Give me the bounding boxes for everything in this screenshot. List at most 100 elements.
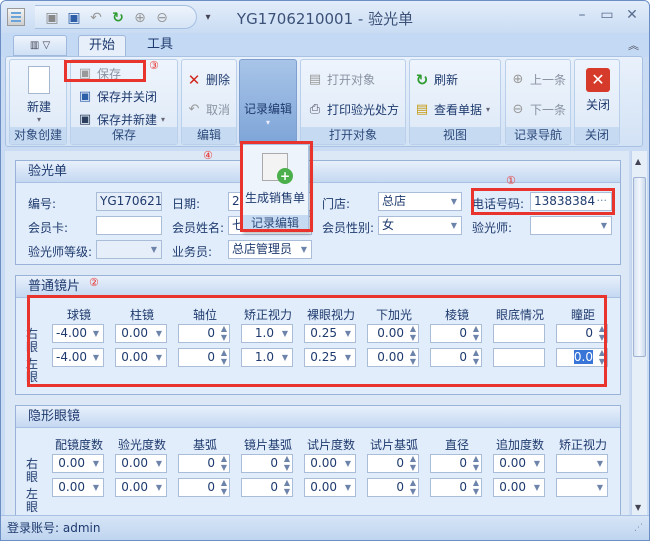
chevron-down-icon[interactable]: ▼	[282, 349, 288, 366]
lens-cell-right-0[interactable]: -4.00 ▼	[52, 324, 104, 343]
spinner-icon[interactable]: ▲ ▼	[410, 325, 416, 342]
staff-select[interactable]: 总店管理员 ▼	[228, 240, 312, 259]
delete-button[interactable]: ✕ 删除	[186, 70, 230, 90]
optometrist-select[interactable]: ▼	[530, 216, 612, 235]
scroll-down-icon[interactable]: ▼	[635, 503, 641, 512]
chevron-down-icon[interactable]: ▼	[93, 325, 99, 342]
lens-cell-left-6[interactable]: 0 ▲ ▼	[430, 348, 482, 367]
close-icon[interactable]: ✕	[622, 7, 642, 25]
member-card-field[interactable]	[96, 216, 162, 235]
contact-cell-right-5[interactable]: 0 ▲ ▼	[367, 454, 419, 473]
chevron-down-icon[interactable]: ▼	[156, 455, 162, 472]
chevron-down-icon[interactable]: ▼	[597, 455, 603, 472]
chevron-down-icon[interactable]: ▼	[93, 349, 99, 366]
contact-cell-right-8[interactable]: ▼	[556, 454, 608, 473]
number-field[interactable]: YG1706210001	[96, 192, 162, 211]
optometrist-level-select[interactable]: ▼	[96, 240, 162, 259]
lens-cell-right-7[interactable]	[493, 324, 545, 343]
contact-cell-right-6[interactable]: 0 ▲ ▼	[430, 454, 482, 473]
contact-cell-left-8[interactable]: ▼	[556, 478, 608, 497]
scroll-thumb[interactable]	[633, 177, 646, 357]
lens-cell-left-3[interactable]: 1.0 ▼	[241, 348, 293, 367]
lens-cell-right-3[interactable]: 1.0 ▼	[241, 324, 293, 343]
save-close-button[interactable]: ▣ 保存并关闭	[77, 87, 157, 107]
contact-cell-right-3[interactable]: 0 ▲ ▼	[241, 454, 293, 473]
chevron-down-icon[interactable]: ▼	[156, 325, 162, 342]
contact-cell-left-1[interactable]: 0.00 ▼	[115, 478, 167, 497]
lens-cell-right-4[interactable]: 0.25 ▼	[304, 324, 356, 343]
refresh-button[interactable]: ↻ 刷新	[414, 70, 458, 90]
contact-cell-left-5[interactable]: 0 ▲ ▼	[367, 478, 419, 497]
contact-cell-left-2[interactable]: 0 ▲ ▼	[178, 478, 230, 497]
resize-grip-icon[interactable]: ⋰	[634, 516, 643, 540]
lens-cell-right-6[interactable]: 0 ▲ ▼	[430, 324, 482, 343]
previous-record-button[interactable]: ⊕ 上一条	[510, 70, 566, 90]
spinner-icon[interactable]: ▲ ▼	[473, 479, 479, 496]
lens-cell-left-2[interactable]: 0 ▲ ▼	[178, 348, 230, 367]
open-object-button[interactable]: ▤ 打开对象	[307, 70, 375, 90]
store-select[interactable]: 总店 ▼	[378, 192, 462, 211]
chevron-down-icon[interactable]: ▼	[345, 349, 351, 366]
view-documents-button[interactable]: ▤ 查看单据 ▾	[414, 100, 490, 120]
maximize-icon[interactable]: ▭	[597, 7, 617, 25]
spinner-icon[interactable]: ▲ ▼	[284, 455, 290, 472]
tab-home[interactable]: 开始	[78, 35, 126, 57]
tab-tools[interactable]: 工具	[136, 35, 184, 57]
contact-cell-right-4[interactable]: 0.00 ▼	[304, 454, 356, 473]
chevron-down-icon[interactable]: ▼	[345, 479, 351, 496]
contact-cell-left-7[interactable]: 0.00 ▼	[493, 478, 545, 497]
spinner-icon[interactable]: ▲ ▼	[410, 479, 416, 496]
new-button[interactable]: 新建 ▾	[16, 62, 62, 124]
spinner-icon[interactable]: ▲ ▼	[221, 455, 227, 472]
app-menu-button[interactable]: ▥ ▽	[13, 35, 67, 56]
lens-cell-right-8[interactable]: 0 ▲ ▼	[556, 324, 608, 343]
lens-cell-left-4[interactable]: 0.25 ▼	[304, 348, 356, 367]
spinner-icon[interactable]: ▲ ▼	[221, 479, 227, 496]
spinner-icon[interactable]: ▲ ▼	[473, 325, 479, 342]
phone-field[interactable]: 13838384 ···	[530, 192, 612, 211]
print-prescription-button[interactable]: ⎙ 打印验光处方	[307, 100, 399, 120]
cancel-button[interactable]: ↶ 取消	[186, 100, 230, 120]
vertical-scrollbar[interactable]: ▲ ▼	[631, 151, 647, 515]
gender-select[interactable]: 女 ▼	[378, 216, 462, 235]
chevron-down-icon[interactable]: ▼	[93, 479, 99, 496]
chevron-down-icon[interactable]: ▼	[156, 479, 162, 496]
contact-cell-left-3[interactable]: 0 ▲ ▼	[241, 478, 293, 497]
generate-sales-order-button[interactable]: + 生成销售单	[242, 147, 308, 213]
lens-cell-right-2[interactable]: 0 ▲ ▼	[178, 324, 230, 343]
contact-cell-left-0[interactable]: 0.00 ▼	[52, 478, 104, 497]
collapse-ribbon-icon[interactable]: ︽	[628, 37, 639, 53]
contact-cell-right-0[interactable]: 0.00 ▼	[52, 454, 104, 473]
close-button[interactable]: ✕ 关闭	[579, 62, 617, 113]
lens-cell-right-5[interactable]: 0.00 ▲ ▼	[367, 324, 419, 343]
contact-cell-right-7[interactable]: 0.00 ▼	[493, 454, 545, 473]
minimize-icon[interactable]: –	[572, 7, 592, 25]
spinner-icon[interactable]: ▲ ▼	[410, 455, 416, 472]
record-edit-button[interactable]: 记录编辑 ▾	[239, 59, 297, 145]
scroll-up-icon[interactable]: ▲	[635, 157, 641, 166]
contact-cell-left-4[interactable]: 0.00 ▼	[304, 478, 356, 497]
spinner-icon[interactable]: ▲ ▼	[221, 349, 227, 366]
ellipsis-icon[interactable]: ···	[597, 193, 608, 209]
lens-cell-left-8[interactable]: 0.0 ▲ ▼	[556, 348, 608, 367]
next-record-button[interactable]: ⊖ 下一条	[510, 100, 566, 120]
contact-cell-left-6[interactable]: 0 ▲ ▼	[430, 478, 482, 497]
lens-cell-left-5[interactable]: 0.00 ▲ ▼	[367, 348, 419, 367]
spinner-icon[interactable]: ▲ ▼	[473, 349, 479, 366]
contact-cell-right-2[interactable]: 0 ▲ ▼	[178, 454, 230, 473]
spinner-icon[interactable]: ▲ ▼	[599, 349, 605, 366]
chevron-down-icon[interactable]: ▼	[534, 479, 540, 496]
chevron-down-icon[interactable]: ▼	[345, 455, 351, 472]
chevron-down-icon[interactable]: ▼	[156, 349, 162, 366]
chevron-down-icon[interactable]: ▼	[534, 455, 540, 472]
chevron-down-icon[interactable]: ▼	[345, 325, 351, 342]
lens-cell-left-1[interactable]: 0.00 ▼	[115, 348, 167, 367]
lens-cell-right-1[interactable]: 0.00 ▼	[115, 324, 167, 343]
chevron-down-icon[interactable]: ▼	[282, 325, 288, 342]
lens-cell-left-0[interactable]: -4.00 ▼	[52, 348, 104, 367]
chevron-down-icon[interactable]: ▼	[597, 479, 603, 496]
contact-cell-right-1[interactable]: 0.00 ▼	[115, 454, 167, 473]
save-button[interactable]: ▣ 保存	[77, 64, 121, 84]
spinner-icon[interactable]: ▲ ▼	[410, 349, 416, 366]
spinner-icon[interactable]: ▲ ▼	[284, 479, 290, 496]
